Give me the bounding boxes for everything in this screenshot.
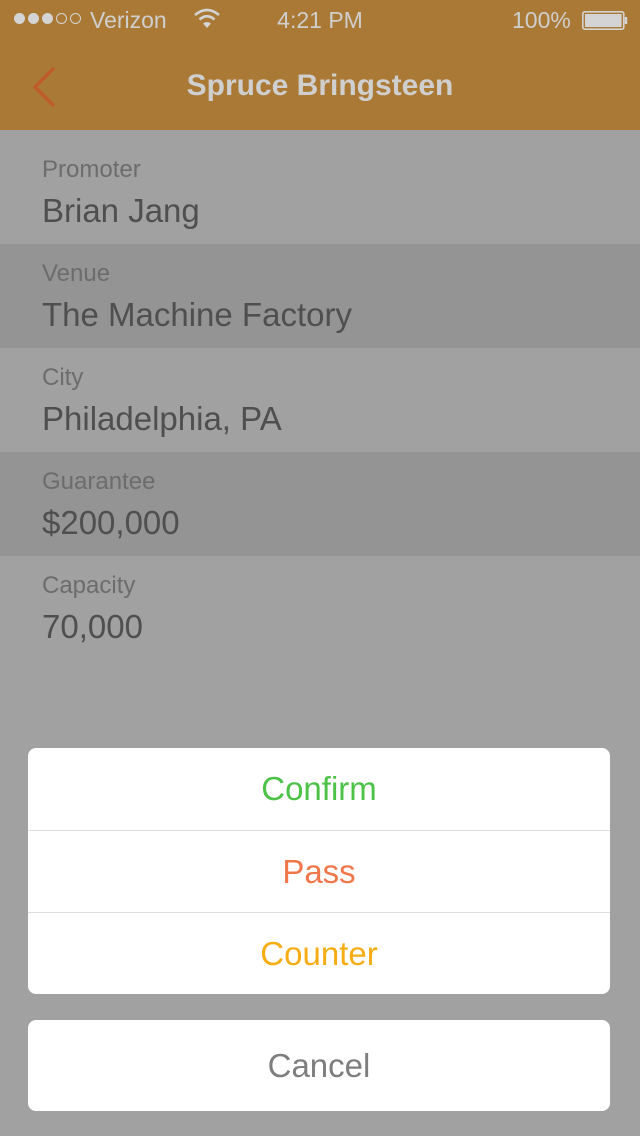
field-label: Venue — [42, 260, 111, 287]
field-value: Brian Jang — [42, 192, 200, 229]
field-value: $200,000 — [42, 504, 180, 541]
battery-percentage: 100% — [512, 7, 571, 33]
confirm-button[interactable]: Confirm — [28, 748, 610, 830]
navigation-bar: Spruce Bringsteen — [0, 40, 640, 130]
detail-row-city: City Philadelphia, PA — [0, 348, 640, 452]
header: Verizon 4:21 PM 100% Spruce Bringsteen — [0, 0, 640, 130]
field-value: 70,000 — [42, 608, 143, 645]
detail-row-guarantee: Guarantee $200,000 — [0, 452, 640, 556]
field-label: City — [42, 364, 84, 391]
status-bar: Verizon 4:21 PM 100% — [0, 0, 640, 40]
detail-row-promoter: Promoter Brian Jang — [0, 140, 640, 244]
action-sheet: Confirm Pass Counter — [28, 748, 610, 994]
detail-row-venue: Venue The Machine Factory — [0, 244, 640, 348]
field-value: Philadelphia, PA — [42, 400, 282, 437]
field-label: Capacity — [42, 572, 136, 599]
pass-button[interactable]: Pass — [28, 830, 610, 912]
field-value: The Machine Factory — [42, 296, 352, 333]
detail-row-capacity: Capacity 70,000 — [0, 556, 640, 660]
detail-list: Promoter Brian Jang Venue The Machine Fa… — [0, 140, 640, 660]
screen: Verizon 4:21 PM 100% Spruce Bringsteen P… — [0, 0, 640, 1136]
page-title: Spruce Bringsteen — [186, 69, 454, 102]
field-label: Guarantee — [42, 468, 156, 495]
battery-icon — [582, 11, 628, 30]
field-label: Promoter — [42, 156, 141, 183]
counter-button[interactable]: Counter — [28, 912, 610, 994]
cancel-button[interactable]: Cancel — [28, 1020, 610, 1111]
